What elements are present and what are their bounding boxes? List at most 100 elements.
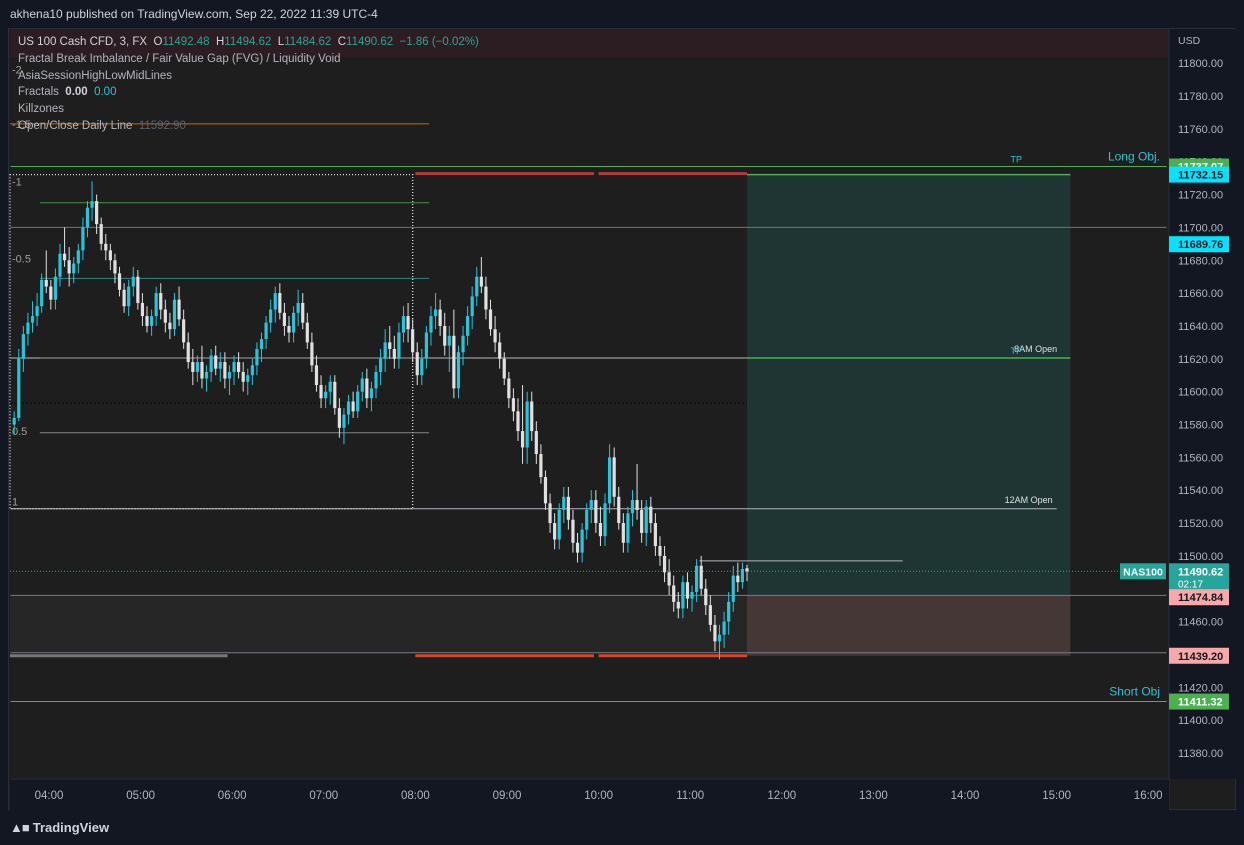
candle-body <box>383 342 387 359</box>
y-tick-label: 11800.00 <box>1178 58 1223 70</box>
asia-session-box <box>9 173 414 510</box>
candle-body <box>108 250 112 261</box>
candle-body <box>81 227 85 251</box>
candle-body <box>369 388 374 399</box>
candle-body <box>745 568 749 572</box>
candle-body <box>337 408 341 428</box>
candle-body <box>62 253 67 261</box>
candle-body <box>269 309 273 323</box>
candle-body <box>520 431 525 448</box>
price-tag-value-6: 11411.32 <box>1178 697 1223 709</box>
profit-zone <box>746 174 1071 596</box>
candle-body <box>182 319 186 343</box>
candle-body <box>264 322 268 340</box>
indicator-fvg[interactable]: Fractal Break Imbalance / Fair Value Gap… <box>18 51 479 68</box>
candle-body <box>415 352 419 376</box>
candle-body <box>447 335 451 346</box>
candle-body <box>305 322 309 343</box>
candle-body <box>346 401 351 415</box>
indicator-open-close[interactable]: Open/Close Daily Line 11592.90 <box>18 118 479 135</box>
candle-body <box>223 362 227 379</box>
candle-body <box>26 322 30 335</box>
candle-body <box>232 362 236 372</box>
candle-body <box>562 496 566 510</box>
close-value: 11490.62 <box>346 36 394 48</box>
y-tick-label: 11660.00 <box>1178 288 1223 300</box>
candle-body <box>420 358 424 376</box>
candle-body <box>401 316 406 333</box>
candle-body <box>635 500 639 510</box>
y-tick-label: 11700.00 <box>1178 222 1223 234</box>
y-tick-label: 11680.00 <box>1178 255 1223 267</box>
candle-body <box>145 316 149 326</box>
candle-body <box>195 362 199 372</box>
candle-body <box>273 293 277 310</box>
y-tick-label: 11620.00 <box>1178 354 1223 366</box>
candle-body <box>736 575 740 583</box>
candle-body <box>259 339 264 349</box>
candle-body <box>342 414 346 428</box>
candle-body <box>525 401 529 448</box>
candle-body <box>351 401 355 412</box>
x-tick-label: 08:00 <box>401 790 430 802</box>
candle-body <box>466 316 470 336</box>
x-tick-label: 06:00 <box>218 790 247 802</box>
symbol-label: US 100 Cash CFD, 3, FX <box>18 36 148 48</box>
candle-body <box>113 260 117 274</box>
x-tick-label: 14:00 <box>951 790 980 802</box>
candle-body <box>53 276 58 300</box>
level-label-3: 12AM Open <box>1005 495 1053 505</box>
y-tick-label: 11420.00 <box>1178 682 1223 694</box>
candle-body <box>149 316 154 326</box>
candle-body <box>328 381 332 392</box>
price-tag-sub-3: 02:17 <box>1178 579 1203 590</box>
candle-body <box>67 260 71 274</box>
candle-body <box>365 378 369 399</box>
price-tag-value-4: 11474.84 <box>1178 592 1224 604</box>
indicator-asia-session[interactable]: AsiaSessionHighLowMidLines <box>18 68 479 85</box>
y-tick-label: 11500.00 <box>1178 551 1223 563</box>
candle-body <box>653 523 657 547</box>
candle-body <box>246 375 250 382</box>
candle-body <box>356 391 360 412</box>
candle-body <box>163 309 167 323</box>
candle-body <box>589 500 593 510</box>
candle-body <box>543 477 548 504</box>
candle-body <box>580 529 584 553</box>
candle-body <box>378 358 383 372</box>
x-tick-label: 16:00 <box>1134 790 1163 802</box>
candle-body <box>470 296 474 317</box>
level-label-1: Short Obj <box>1109 685 1160 699</box>
candle-body <box>699 565 703 589</box>
candle-body <box>131 276 135 287</box>
candle-body <box>429 316 433 333</box>
tradingview-logo[interactable]: ▲■ TradingView <box>10 820 109 835</box>
fractals-value-2: 0.00 <box>94 86 117 99</box>
candle-body <box>214 355 218 369</box>
fib-label-5: 1 <box>12 497 18 509</box>
candle-body <box>90 201 94 208</box>
x-tick-label: 10:00 <box>584 790 613 802</box>
chart-legend: US 100 Cash CFD, 3, FX O11492.48 H11494.… <box>18 34 479 135</box>
indicator-killzones[interactable]: Killzones <box>18 101 479 118</box>
candle-body <box>704 588 708 606</box>
candle-body <box>191 362 195 372</box>
change-value: −1.86 (−0.02%) <box>399 36 479 48</box>
open-close-value: 11592.90 <box>138 119 186 132</box>
candle-body <box>566 496 570 520</box>
candle-body <box>438 309 442 326</box>
indicator-fractals[interactable]: Fractals 0.00 0.00 <box>18 84 479 101</box>
candle-body <box>159 293 163 310</box>
low-value: 11484.62 <box>284 36 332 48</box>
fib-label-2: -1 <box>12 176 22 188</box>
brand-name: TradingView <box>32 820 110 835</box>
candle-body <box>553 523 557 540</box>
candle-body <box>672 585 676 602</box>
killzone-zone <box>10 595 747 653</box>
candle-body <box>30 316 35 323</box>
x-tick-label: 13:00 <box>859 790 888 802</box>
high-value: 11494.62 <box>224 36 272 48</box>
candle-body <box>17 358 21 418</box>
candle-body <box>168 322 172 330</box>
footer-bar: ▲■ TradingView <box>0 812 1244 845</box>
